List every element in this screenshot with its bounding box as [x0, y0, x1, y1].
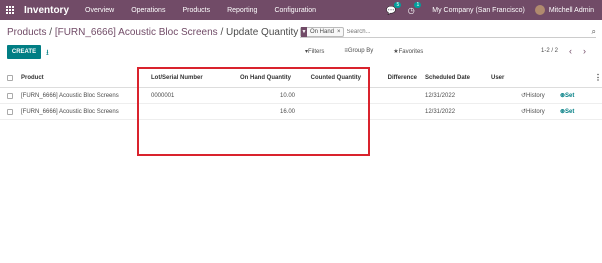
cell-product: [FURN_6666] Acoustic Bloc Screens	[21, 92, 119, 99]
menu-overview[interactable]: Overview	[85, 7, 114, 14]
col-scheduled-date[interactable]: Scheduled Date	[425, 68, 470, 87]
row-checkbox[interactable]	[7, 88, 13, 103]
search-facet: ▼ On Hand ×	[300, 27, 344, 37]
breadcrumb: Products / [FURN_6666] Acoustic Bloc Scr…	[7, 27, 298, 38]
facet-label: On Hand	[310, 29, 335, 35]
group-by-label: Group By	[347, 48, 374, 54]
pager-next-icon[interactable]: ›	[583, 46, 586, 56]
menu-products[interactable]: Products	[182, 7, 210, 14]
set-label: Set	[565, 108, 575, 115]
history-label: History	[526, 108, 545, 115]
filters-button[interactable]: ▾Filters	[305, 48, 334, 55]
apps-menu-icon[interactable]	[0, 0, 20, 20]
favorites-button[interactable]: ★Favorites	[393, 48, 433, 55]
pager-previous-icon[interactable]: ‹	[569, 46, 572, 56]
pager-value[interactable]: 1-2 / 2	[541, 48, 558, 54]
filters-label: Filters	[308, 49, 325, 55]
col-user[interactable]: User	[491, 68, 504, 87]
search-options: ▾Filters ≡Group By ★Favorites	[305, 48, 443, 55]
cell-difference	[367, 88, 417, 103]
breadcrumb-separator: /	[49, 27, 53, 38]
activity-badge: 1	[414, 2, 422, 8]
highlight-box	[137, 67, 370, 156]
page-title: Update Quantity	[226, 27, 299, 38]
select-all-checkbox[interactable]	[7, 68, 13, 87]
company-switcher[interactable]: My Company (San Francisco)	[432, 7, 525, 14]
menu-configuration[interactable]: Configuration	[274, 7, 316, 14]
cell-product: [FURN_6666] Acoustic Bloc Screens	[21, 108, 119, 115]
col-product[interactable]: Product	[21, 68, 44, 87]
breadcrumb-product[interactable]: [FURN_6666] Acoustic Bloc Screens	[55, 27, 218, 38]
create-button[interactable]: CREATE	[7, 45, 41, 59]
menu-reporting[interactable]: Reporting	[227, 7, 257, 14]
optional-columns-icon[interactable]: ⋮	[594, 68, 602, 87]
cell-scheduled-date: 12/31/2022	[425, 108, 456, 115]
chat-badge: 5	[394, 2, 402, 8]
cell-scheduled-date: 12/31/2022	[425, 92, 456, 99]
search-icon[interactable]: ⌕	[592, 27, 596, 37]
search-input[interactable]	[346, 29, 596, 35]
breadcrumb-separator: /	[220, 27, 224, 38]
breadcrumb-products[interactable]: Products	[7, 27, 46, 38]
avatar[interactable]	[534, 5, 545, 15]
chat-icon[interactable]: 💬 5	[386, 2, 402, 15]
app-name[interactable]: Inventory	[24, 5, 69, 16]
row-checkbox[interactable]	[7, 104, 13, 119]
facet-remove-icon[interactable]: ×	[337, 29, 343, 35]
set-button[interactable]: ⊛ Set	[560, 104, 574, 119]
col-difference[interactable]: Difference	[367, 68, 417, 87]
cell-difference	[367, 104, 417, 119]
history-button[interactable]: ↺ History	[521, 88, 545, 103]
download-icon[interactable]: ⭳	[46, 47, 49, 61]
set-label: Set	[565, 92, 575, 99]
search-bar: ▼ On Hand × ⌕	[300, 27, 596, 38]
set-button[interactable]: ⊛ Set	[560, 88, 574, 103]
top-navbar: Inventory Overview Operations Products R…	[0, 0, 602, 20]
group-by-button[interactable]: ≡Group By	[344, 48, 383, 55]
favorites-label: Favorites	[398, 49, 424, 55]
menu-operations[interactable]: Operations	[131, 7, 165, 14]
user-menu[interactable]: Mitchell Admin	[549, 7, 594, 14]
history-button[interactable]: ↺ History	[521, 104, 545, 119]
history-label: History	[526, 92, 545, 99]
activity-icon[interactable]: ◷ 1	[406, 2, 422, 15]
